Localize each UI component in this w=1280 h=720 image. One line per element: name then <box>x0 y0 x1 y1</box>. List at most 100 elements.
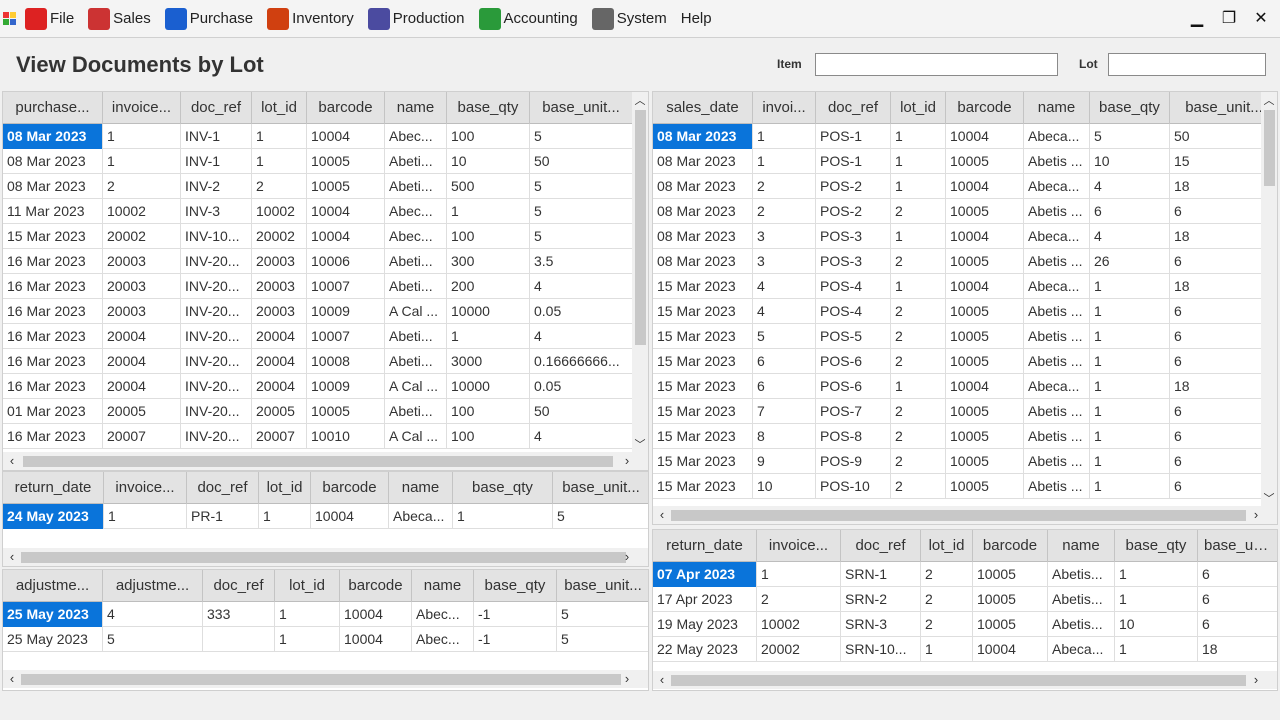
table-cell[interactable]: Abetis ... <box>1024 449 1090 474</box>
table-cell[interactable]: 2 <box>891 324 946 349</box>
table-cell[interactable]: 25 May 2023 <box>3 627 103 652</box>
table-cell[interactable]: 16 Mar 2023 <box>3 424 103 449</box>
table-cell[interactable]: 20004 <box>103 324 181 349</box>
scroll-thumb[interactable] <box>21 552 626 563</box>
table-row[interactable]: 16 Mar 2023 20004 INV-20... 20004 10008 Abeti… <box>3 349 648 374</box>
table-cell[interactable]: 10004 <box>307 224 385 249</box>
table-cell[interactable]: 08 Mar 2023 <box>653 199 753 224</box>
table-cell[interactable]: Abeti... <box>385 324 447 349</box>
table-cell[interactable]: 2 <box>252 174 307 199</box>
table-row[interactable]: 08 Mar 2023 1 INV-1 1 10004 Abec... 100 5 <box>3 124 648 149</box>
table-cell[interactable]: Abeca... <box>1048 637 1115 662</box>
table-cell[interactable]: 4 <box>103 602 203 627</box>
column-header[interactable]: name <box>412 570 474 602</box>
table-cell[interactable]: 1 <box>104 504 187 529</box>
table-cell[interactable]: 07 Apr 2023 <box>653 562 757 587</box>
table-row[interactable]: 25 May 2023 5 1 10004 Abec... -1 5 <box>3 627 648 652</box>
table-cell[interactable]: 20003 <box>103 274 181 299</box>
table-cell[interactable]: 10004 <box>946 174 1024 199</box>
table-cell[interactable]: POS-1 <box>816 124 891 149</box>
table-cell[interactable]: 5 <box>553 504 648 529</box>
table-cell[interactable]: 26 <box>1090 249 1170 274</box>
scroll-right-icon[interactable]: › <box>620 548 634 566</box>
column-header[interactable]: doc_ref <box>187 472 259 504</box>
scroll-thumb[interactable] <box>635 110 646 345</box>
table-cell[interactable]: 6 <box>1198 562 1277 587</box>
table-cell[interactable]: Abetis ... <box>1024 149 1090 174</box>
table-cell[interactable]: 1 <box>447 324 530 349</box>
table-cell[interactable]: 10004 <box>340 602 412 627</box>
table-row[interactable]: 25 May 2023 4 333 1 10004 Abec... -1 5 <box>3 602 648 627</box>
table-cell[interactable]: PR-1 <box>187 504 259 529</box>
table-cell[interactable]: 1 <box>753 124 816 149</box>
table-cell[interactable]: POS-2 <box>816 174 891 199</box>
purchase-returns-table[interactable]: return_date invoice... doc_ref lot_id barcod… <box>2 471 649 567</box>
column-header[interactable]: name <box>385 92 447 124</box>
table-row[interactable]: 17 Apr 2023 2 SRN-2 2 10005 Abetis... 1 6 <box>653 587 1277 612</box>
column-header[interactable]: lot_id <box>891 92 946 124</box>
table-cell[interactable]: 10004 <box>946 274 1024 299</box>
table-cell[interactable]: 08 Mar 2023 <box>653 224 753 249</box>
table-cell[interactable]: Abetis ... <box>1024 249 1090 274</box>
table-cell[interactable]: 10 <box>447 149 530 174</box>
column-header[interactable]: barcode <box>307 92 385 124</box>
table-cell[interactable]: 10005 <box>946 324 1024 349</box>
table-cell[interactable]: 1 <box>275 627 340 652</box>
table-cell[interactable]: Abetis ... <box>1024 424 1090 449</box>
table-cell[interactable]: 1 <box>891 174 946 199</box>
scroll-up-icon[interactable]: ︿ <box>632 92 648 108</box>
table-cell[interactable]: 15 Mar 2023 <box>653 299 753 324</box>
column-header[interactable]: base_qty <box>447 92 530 124</box>
table-cell[interactable]: 2 <box>891 349 946 374</box>
table-cell[interactable]: 15 Mar 2023 <box>653 399 753 424</box>
menu-inventory[interactable]: Inventory <box>267 0 354 38</box>
table-cell[interactable]: 20003 <box>252 274 307 299</box>
table-cell[interactable]: INV-20... <box>181 399 252 424</box>
table-row[interactable]: 16 Mar 2023 20003 INV-20... 20003 10006 Abeti… <box>3 249 648 274</box>
table-row[interactable]: 15 Mar 2023 6 POS-6 2 10005 Abetis ... 1 6 <box>653 349 1277 374</box>
table-cell[interactable]: 1 <box>921 637 973 662</box>
table-cell[interactable]: Abetis ... <box>1024 349 1090 374</box>
table-cell[interactable]: Abetis ... <box>1024 399 1090 424</box>
table-cell[interactable]: POS-4 <box>816 274 891 299</box>
table-cell[interactable]: 5 <box>530 174 633 199</box>
table-cell[interactable]: 1 <box>275 602 340 627</box>
scroll-right-icon[interactable]: › <box>620 670 634 688</box>
table-cell[interactable]: 20003 <box>103 299 181 324</box>
table-cell[interactable]: Abeti... <box>385 274 447 299</box>
table-cell[interactable]: 2 <box>921 562 973 587</box>
table-cell[interactable]: 10005 <box>973 612 1048 637</box>
scroll-left-icon[interactable]: ‹ <box>655 671 669 689</box>
column-header[interactable]: invoice... <box>103 92 181 124</box>
table-row[interactable]: 16 Mar 2023 20004 INV-20... 20004 10007 Abeti… <box>3 324 648 349</box>
table-cell[interactable]: 10004 <box>307 124 385 149</box>
table-cell[interactable]: Abec... <box>385 199 447 224</box>
table-cell[interactable]: 1 <box>1115 637 1198 662</box>
table-cell[interactable]: 1 <box>1090 374 1170 399</box>
table-cell[interactable]: 1 <box>891 124 946 149</box>
table-cell[interactable]: 20004 <box>103 349 181 374</box>
table-cell[interactable]: 1 <box>1090 399 1170 424</box>
column-header[interactable]: lot_id <box>275 570 340 602</box>
column-header[interactable]: adjustme... <box>103 570 203 602</box>
menu-purchase[interactable]: Purchase <box>164 0 253 38</box>
table-cell[interactable]: 10002 <box>103 199 181 224</box>
table-cell[interactable]: 6 <box>1198 587 1277 612</box>
table-cell[interactable]: 15 Mar 2023 <box>653 349 753 374</box>
table-cell[interactable]: 5 <box>530 199 633 224</box>
table-cell[interactable]: 1 <box>891 374 946 399</box>
column-header[interactable]: name <box>389 472 453 504</box>
restore-icon[interactable]: ❐ <box>1220 8 1238 28</box>
table-cell[interactable]: A Cal ... <box>385 424 447 449</box>
column-header[interactable]: return_date <box>3 472 104 504</box>
column-header[interactable]: base_qty <box>1115 530 1198 562</box>
column-header[interactable]: barcode <box>340 570 412 602</box>
table-cell[interactable]: INV-20... <box>181 274 252 299</box>
table-cell[interactable]: 1 <box>453 504 553 529</box>
column-header[interactable]: adjustme... <box>3 570 103 602</box>
table-cell[interactable]: 20005 <box>252 399 307 424</box>
table-cell[interactable]: 20004 <box>252 324 307 349</box>
table-row[interactable]: 15 Mar 2023 20002 INV-10... 20002 10004 Abec.… <box>3 224 648 249</box>
column-header[interactable]: base_unit... <box>557 570 648 602</box>
table-cell[interactable]: 10009 <box>307 299 385 324</box>
